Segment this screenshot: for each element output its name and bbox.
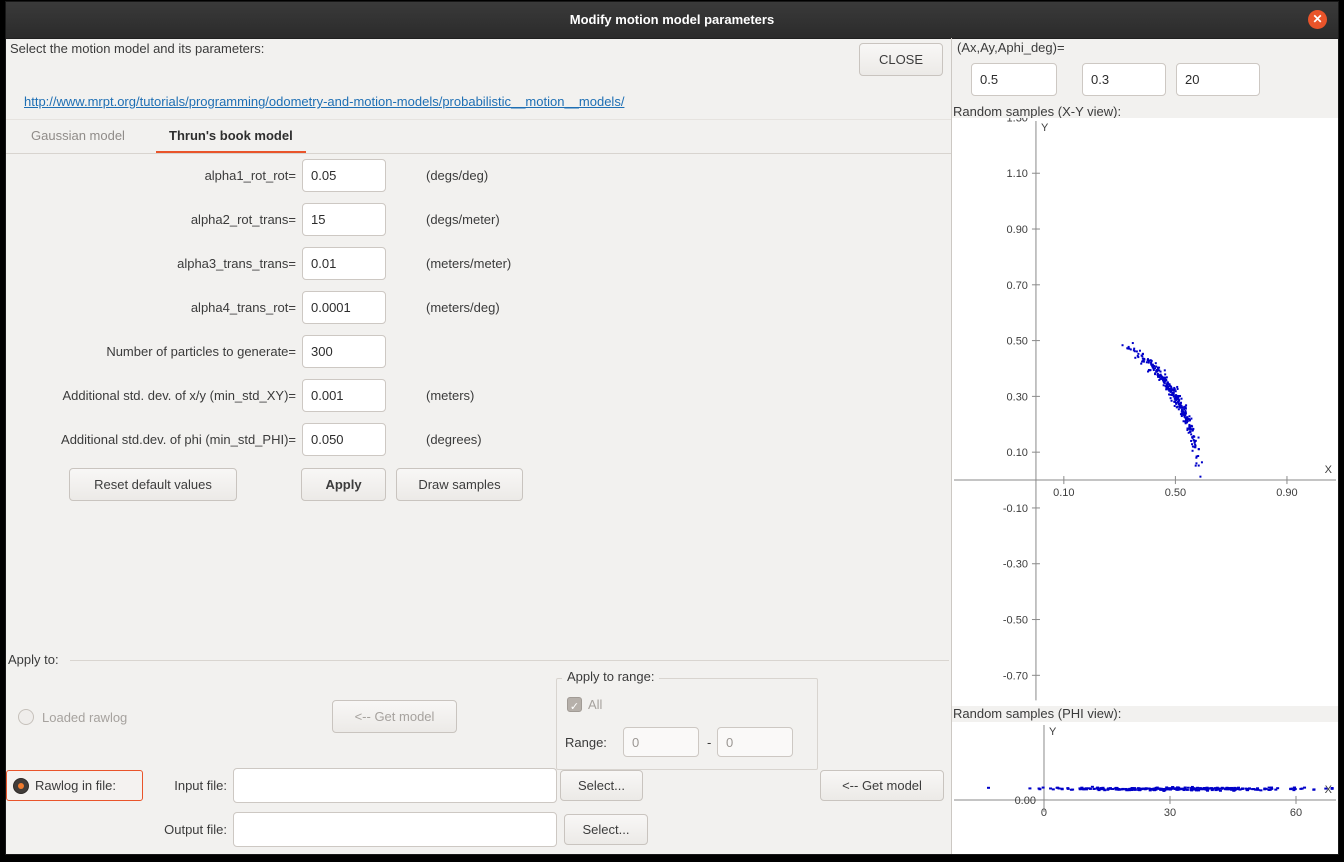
apply-to-range-label: Apply to range: [562, 669, 659, 684]
svg-text:0.10: 0.10 [1007, 447, 1028, 459]
apply-button[interactable]: Apply [301, 468, 386, 501]
min-std-xy-input[interactable] [302, 379, 386, 412]
alpha4-label: alpha4_trans_rot= [6, 291, 296, 324]
apply-to-divider [70, 660, 949, 661]
tutorial-link[interactable]: http://www.mrpt.org/tutorials/programmin… [24, 94, 624, 109]
svg-text:0.10: 0.10 [1053, 487, 1074, 499]
svg-text:1.30: 1.30 [1007, 118, 1028, 124]
form-row: Number of particles to generate= [6, 335, 951, 368]
input-file-field[interactable] [233, 768, 557, 803]
svg-text:Y: Y [1049, 726, 1057, 738]
svg-text:0.00: 0.00 [1015, 795, 1036, 807]
alpha4-trans-rot-input[interactable] [302, 291, 386, 324]
svg-text:-0.70: -0.70 [1003, 670, 1028, 682]
alpha2-unit: (degs/meter) [426, 203, 500, 236]
svg-text:-0.30: -0.30 [1003, 559, 1028, 571]
particles-label: Number of particles to generate= [6, 335, 296, 368]
input-file-label: Input file: [6, 768, 227, 803]
loaded-rawlog-radio [18, 709, 34, 725]
instruction-label: Select the motion model and its paramete… [10, 41, 264, 56]
loaded-rawlog-label: Loaded rawlog [42, 710, 127, 725]
alpha3-trans-trans-input[interactable] [302, 247, 386, 280]
select-output-file-button[interactable]: Select... [564, 814, 648, 845]
select-input-file-button[interactable]: Select... [560, 770, 643, 801]
close-icon: ✕ [1312, 12, 1322, 26]
xy-plot-title: Random samples (X-Y view): [953, 104, 1121, 119]
svg-text:0.50: 0.50 [1007, 336, 1028, 348]
range-from-input [623, 727, 699, 757]
get-model-top-button: <-- Get model [332, 700, 457, 733]
all-checkbox: ✓ [567, 697, 582, 712]
alpha2-label: alpha2_rot_trans= [6, 203, 296, 236]
min-std-phi-label: Additional std.dev. of phi (min_std_PHI)… [6, 423, 296, 456]
apply-to-range-group: ✓ All Range: - [556, 678, 818, 770]
tab-thruns-book-model[interactable]: Thrun's book model [156, 120, 306, 153]
particles-input[interactable] [302, 335, 386, 368]
get-model-bottom-button[interactable]: <-- Get model [820, 770, 944, 801]
svg-text:0.30: 0.30 [1007, 391, 1028, 403]
aphi-input[interactable] [1176, 63, 1260, 96]
ay-input[interactable] [1082, 63, 1166, 96]
svg-text:0.70: 0.70 [1007, 280, 1028, 292]
alpha3-unit: (meters/meter) [426, 247, 511, 280]
svg-text:60: 60 [1290, 807, 1302, 819]
form-row: alpha1_rot_rot= (degs/deg) [6, 159, 951, 192]
pose-increment-label: (Ax,Ay,Aphi_deg)= [957, 40, 1065, 55]
apply-to-group-label: Apply to: [8, 652, 59, 667]
min-std-xy-label: Additional std. dev. of x/y (min_std_XY)… [6, 379, 296, 412]
phi-scatter-plot: 0.00 0 30 60 Y X [952, 722, 1338, 854]
svg-text:X: X [1325, 784, 1333, 796]
output-file-field[interactable] [233, 812, 557, 847]
min-std-phi-unit: (degrees) [426, 423, 482, 456]
ax-input[interactable] [971, 63, 1057, 96]
check-icon: ✓ [570, 701, 579, 713]
min-std-xy-unit: (meters) [426, 379, 474, 412]
dialog-window: Modify motion model parameters ✕ Select … [6, 2, 1338, 854]
range-separator: - [707, 735, 711, 750]
alpha1-rot-rot-input[interactable] [302, 159, 386, 192]
phi-plot-title: Random samples (PHI view): [953, 706, 1121, 721]
svg-text:1.10: 1.10 [1007, 168, 1028, 180]
svg-text:0.90: 0.90 [1276, 487, 1297, 499]
svg-text:Y: Y [1041, 122, 1049, 134]
close-dialog-button[interactable]: CLOSE [859, 43, 943, 76]
window-close-button[interactable]: ✕ [1308, 10, 1327, 29]
range-label: Range: [565, 735, 607, 750]
alpha3-label: alpha3_trans_trans= [6, 247, 296, 280]
range-to-input [717, 727, 793, 757]
tab-bar: Gaussian model Thrun's book model [6, 119, 951, 154]
svg-text:X: X [1325, 464, 1333, 476]
form-row: Additional std. dev. of x/y (min_std_XY)… [6, 379, 951, 412]
min-std-phi-input[interactable] [302, 423, 386, 456]
dialog-content: Select the motion model and its paramete… [6, 38, 1338, 854]
left-panel: Select the motion model and its paramete… [6, 38, 952, 854]
titlebar[interactable]: Modify motion model parameters ✕ [6, 2, 1338, 39]
svg-text:-0.10: -0.10 [1003, 503, 1028, 515]
alpha2-rot-trans-input[interactable] [302, 203, 386, 236]
form-row: alpha3_trans_trans= (meters/meter) [6, 247, 951, 280]
tab-gaussian-model[interactable]: Gaussian model [18, 120, 138, 153]
svg-text:0.50: 0.50 [1165, 487, 1186, 499]
svg-text:-0.50: -0.50 [1003, 615, 1028, 627]
svg-text:30: 30 [1164, 807, 1176, 819]
alpha4-unit: (meters/deg) [426, 291, 500, 324]
draw-samples-button[interactable]: Draw samples [396, 468, 523, 501]
form-row: alpha2_rot_trans= (degs/meter) [6, 203, 951, 236]
svg-text:0: 0 [1041, 807, 1047, 819]
reset-defaults-button[interactable]: Reset default values [69, 468, 237, 501]
form-row: Additional std.dev. of phi (min_std_PHI)… [6, 423, 951, 456]
svg-text:0.90: 0.90 [1007, 224, 1028, 236]
alpha1-unit: (degs/deg) [426, 159, 488, 192]
xy-scatter-plot: 1.30 1.10 0.90 0.70 0.50 0.30 0.10 -0.10 -0.30 -0… [952, 118, 1338, 706]
output-file-label: Output file: [6, 812, 227, 847]
window-title: Modify motion model parameters [6, 12, 1338, 27]
right-panel: (Ax,Ay,Aphi_deg)= Random samples (X-Y vi… [952, 38, 1338, 854]
alpha1-label: alpha1_rot_rot= [6, 159, 296, 192]
all-checkbox-label: All [588, 697, 602, 712]
form-row: alpha4_trans_rot= (meters/deg) [6, 291, 951, 324]
